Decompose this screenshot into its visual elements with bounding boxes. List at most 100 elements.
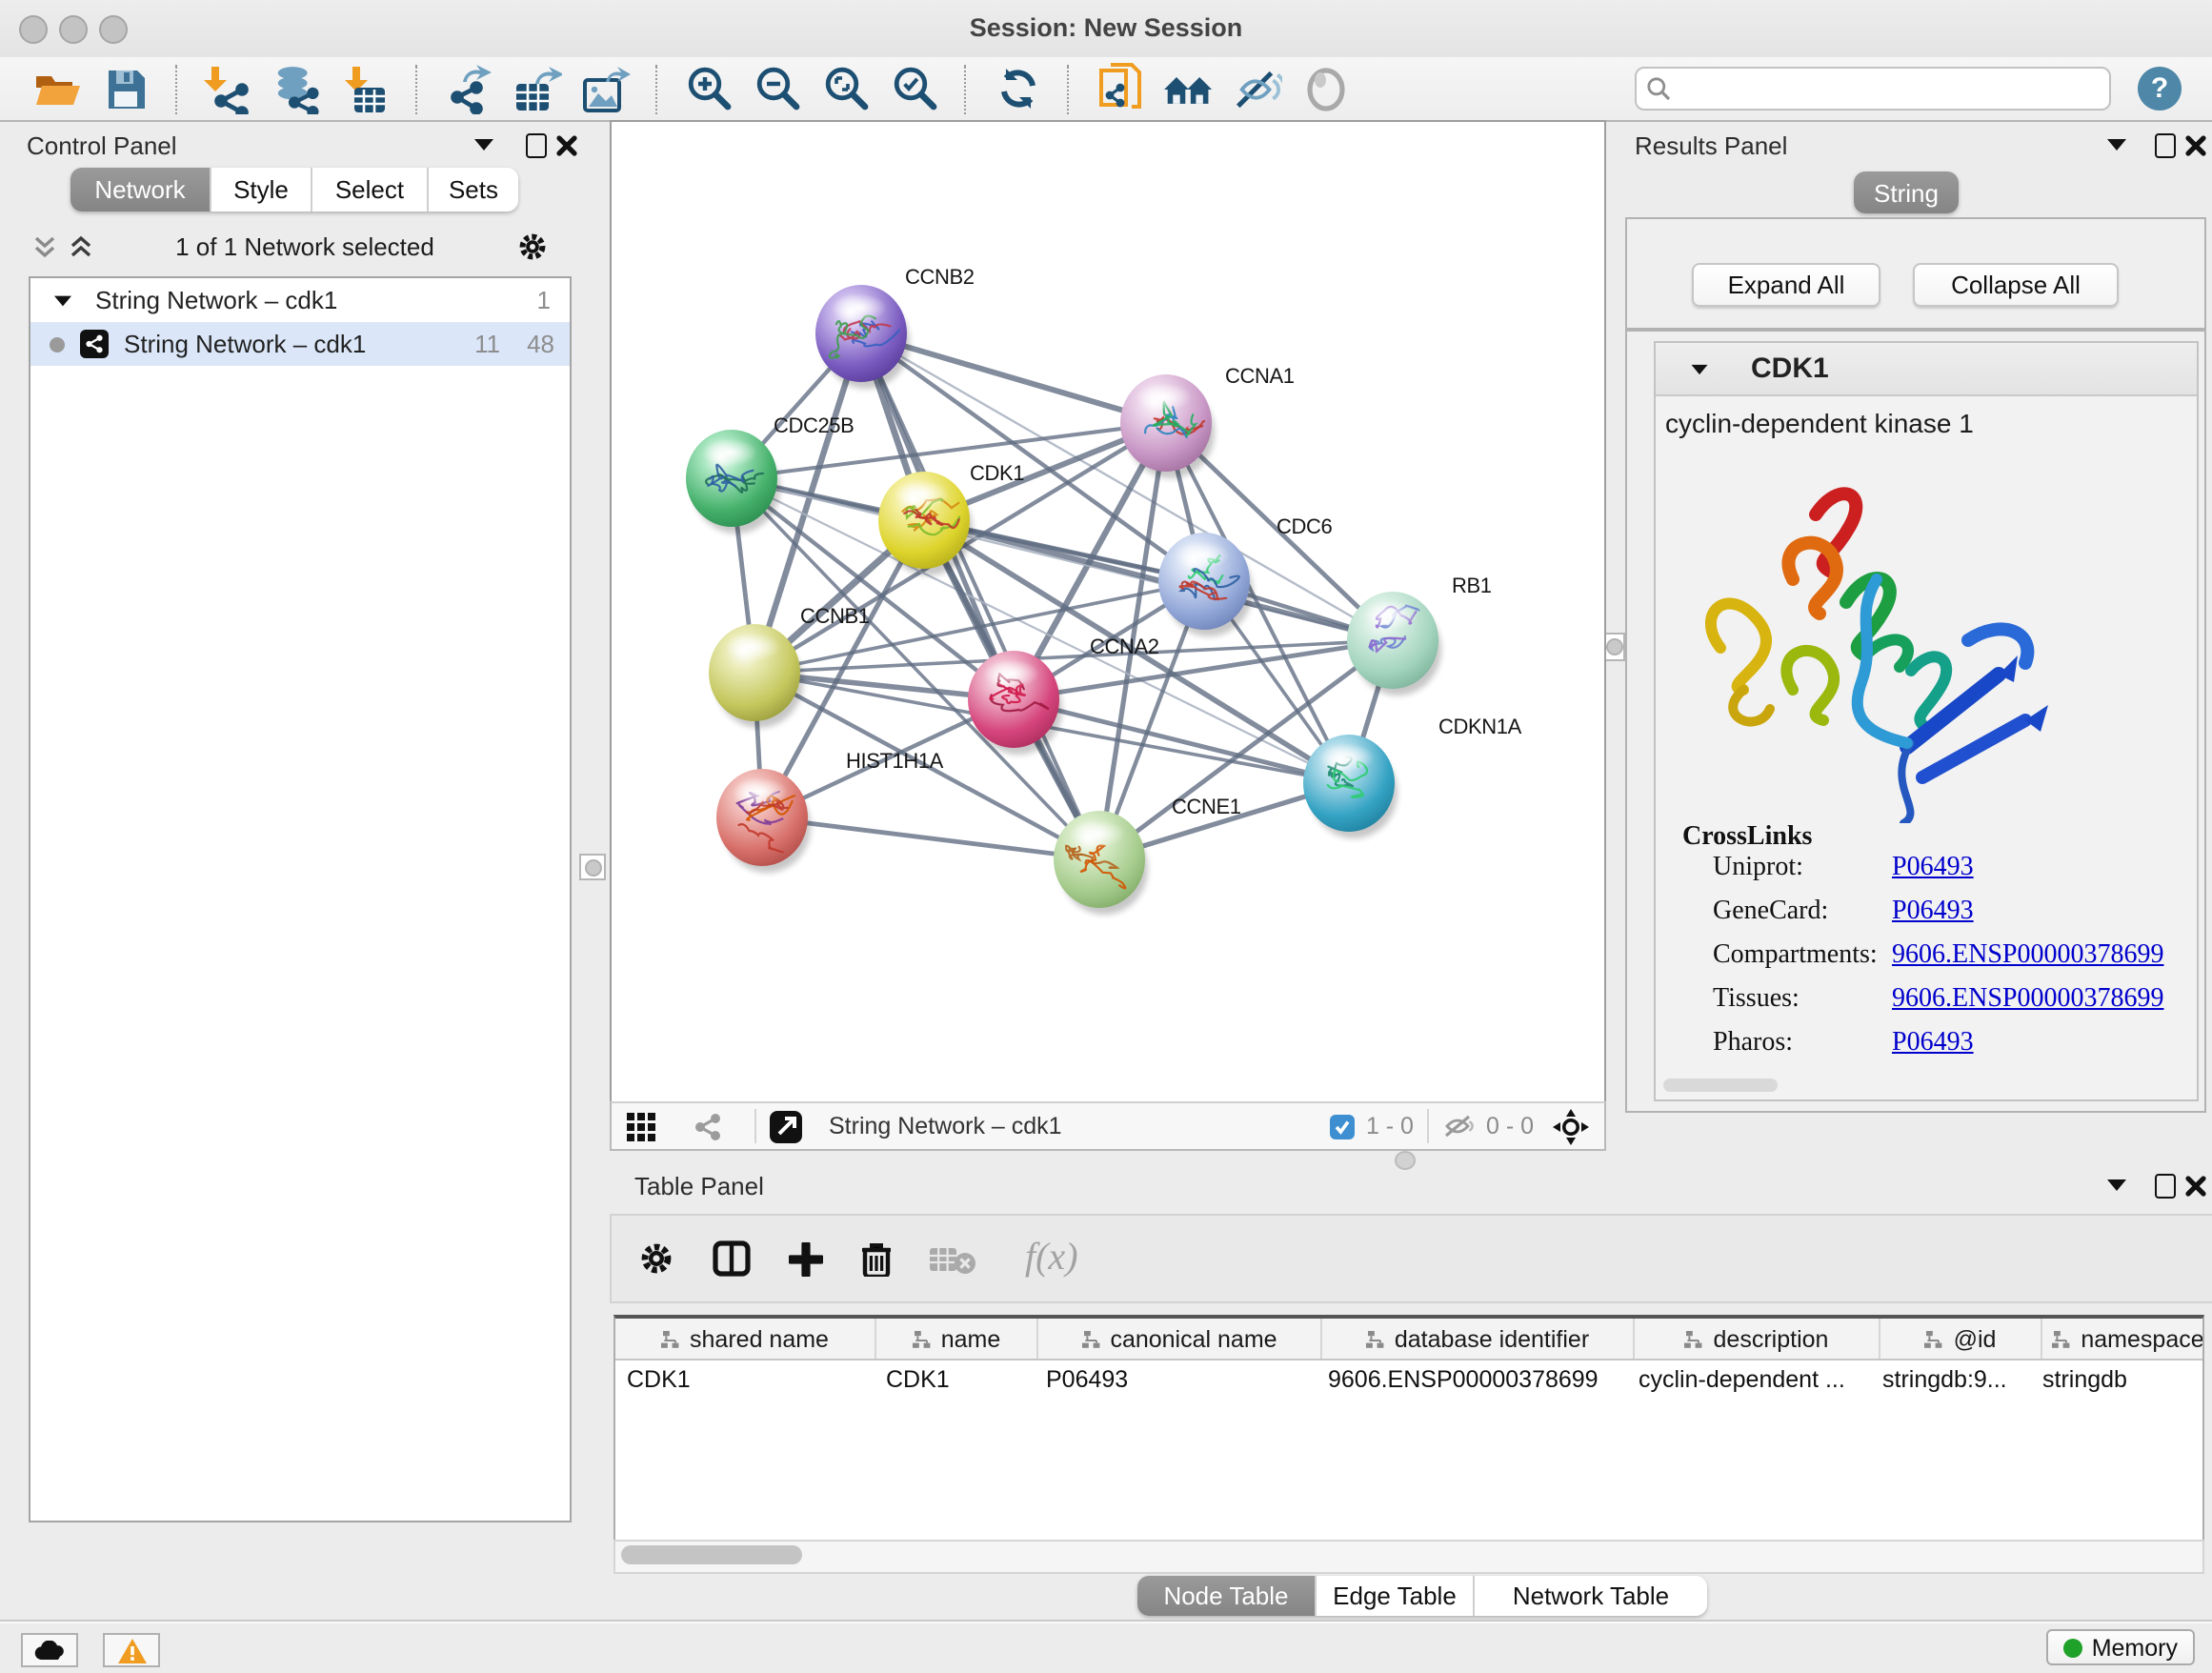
hide-panels-icon[interactable]	[1233, 64, 1282, 113]
results-hscroll-thumb[interactable]	[1663, 1078, 1778, 1092]
graph-edge[interactable]	[861, 333, 1099, 859]
function-builder-icon[interactable]: f(x)	[1025, 1237, 1078, 1280]
delete-column-icon[interactable]	[861, 1240, 892, 1277]
table-cell[interactable]: CDK1	[875, 1361, 1035, 1402]
birdseye-grid-icon[interactable]	[627, 1112, 655, 1140]
control-panel-close-icon[interactable]	[556, 135, 577, 156]
refresh-layout-icon[interactable]	[993, 64, 1042, 113]
table-panel-collapse-icon[interactable]	[2107, 1179, 2126, 1191]
save-session-icon[interactable]	[101, 64, 151, 113]
results-panel-close-icon[interactable]	[2185, 135, 2206, 156]
tab-style[interactable]: Style	[211, 168, 312, 212]
table-gear-icon[interactable]	[638, 1240, 674, 1277]
table-row[interactable]: CDK1CDK1P064939606.ENSP00000378699cyclin…	[615, 1361, 2202, 1402]
export-image-icon[interactable]	[581, 64, 631, 113]
table-cell[interactable]: stringdb:9...	[1871, 1361, 2031, 1402]
clone-network-icon[interactable]	[1096, 64, 1145, 113]
open-session-icon[interactable]	[32, 64, 82, 113]
graph-node-CDK1[interactable]	[878, 472, 973, 575]
tree-expand-icon[interactable]	[54, 295, 71, 306]
help-icon[interactable]: ?	[2138, 67, 2182, 111]
crosslink-value-link[interactable]: P06493	[1892, 854, 1974, 884]
table-panel-float-icon[interactable]	[2155, 1174, 2176, 1199]
table-hscroll-thumb[interactable]	[621, 1545, 802, 1564]
network-group-row[interactable]: String Network – cdk1 1	[30, 278, 570, 322]
column-header-@id[interactable]: @id	[1880, 1319, 2042, 1359]
memory-button[interactable]: Memory	[2046, 1629, 2195, 1665]
delete-table-icon[interactable]	[930, 1243, 975, 1274]
tab-sets[interactable]: Sets	[429, 168, 518, 212]
preview-eye-icon[interactable]	[1301, 64, 1351, 113]
zoom-out-icon[interactable]	[753, 64, 802, 113]
export-network-icon[interactable]	[444, 64, 493, 113]
graph-node-CCNE1[interactable]	[1054, 811, 1148, 915]
tab-select[interactable]: Select	[312, 168, 429, 212]
table-panel-close-icon[interactable]	[2185, 1176, 2206, 1197]
column-header-database-identifier[interactable]: database identifier	[1322, 1319, 1635, 1359]
tab-network[interactable]: Network	[70, 168, 211, 212]
selected-checkbox-icon[interactable]	[1330, 1114, 1355, 1139]
create-column-icon[interactable]	[789, 1241, 823, 1276]
table-cell[interactable]: P06493	[1035, 1361, 1317, 1402]
graph-node-CDKN1A[interactable]	[1303, 735, 1398, 838]
table-cell[interactable]: stringdb	[2031, 1361, 2202, 1402]
table-cell[interactable]: 9606.ENSP00000378699	[1317, 1361, 1627, 1402]
open-in-new-window-icon[interactable]	[770, 1110, 802, 1142]
show-columns-icon[interactable]	[713, 1240, 751, 1277]
results-panel-float-icon[interactable]	[2155, 133, 2176, 158]
crosslink-value-link[interactable]: 9606.ENSP00000378699	[1892, 985, 2163, 1016]
tab-node-table[interactable]: Node Table	[1137, 1576, 1317, 1616]
node-result-header[interactable]: CDK1	[1656, 343, 2197, 396]
results-scroll-box: CDK1 cyclin-dependent kinase 1	[1625, 330, 2206, 1113]
node-collapse-icon[interactable]	[1692, 364, 1708, 373]
crosslink-value-link[interactable]: P06493	[1892, 897, 1974, 928]
zoom-in-icon[interactable]	[684, 64, 734, 113]
crosslink-value-link[interactable]: P06493	[1892, 1029, 1974, 1059]
import-database-icon[interactable]	[272, 64, 322, 113]
graph-node-RB1[interactable]	[1347, 592, 1441, 695]
table-hscrollbar[interactable]	[613, 1540, 2204, 1574]
graph-node-HIST1H1A[interactable]	[716, 769, 811, 873]
import-table-icon[interactable]	[341, 64, 391, 113]
results-panel-collapse-icon[interactable]	[2107, 139, 2126, 151]
collapse-all-button[interactable]: Collapse All	[1913, 263, 2119, 307]
column-header-shared-name[interactable]: shared name	[615, 1319, 876, 1359]
graph-node-CDC25B[interactable]	[686, 430, 780, 534]
control-panel-float-icon[interactable]	[526, 133, 547, 158]
warning-button[interactable]	[103, 1633, 160, 1667]
column-header-canonical-name[interactable]: canonical name	[1038, 1319, 1322, 1359]
network-item-row[interactable]: String Network – cdk1 11 48	[30, 322, 570, 366]
zoom-selected-icon[interactable]	[890, 64, 939, 113]
fit-content-crosshair-icon[interactable]	[1553, 1108, 1589, 1144]
share-network-icon[interactable]	[694, 1112, 722, 1140]
home-icon[interactable]	[1164, 64, 1214, 113]
column-header-description[interactable]: description	[1635, 1319, 1880, 1359]
collapse-all-chevrons-icon[interactable]	[32, 233, 57, 258]
export-table-icon[interactable]	[513, 64, 562, 113]
graph-edge[interactable]	[762, 817, 1099, 859]
cloud-button[interactable]	[21, 1633, 78, 1667]
hidden-eye-icon[interactable]	[1442, 1113, 1475, 1139]
graph-node-CCNA1[interactable]	[1120, 374, 1215, 478]
tab-network-table[interactable]: Network Table	[1475, 1576, 1707, 1616]
expand-all-button[interactable]: Expand All	[1692, 263, 1880, 307]
column-header-namespace[interactable]: namespace	[2042, 1319, 2204, 1359]
network-view-canvas[interactable]: CCNB2CCNA1CDC25BCDK1CDC6RB1CCNB1CCNA2CDK…	[610, 120, 1606, 1105]
table-cell[interactable]: CDK1	[615, 1361, 875, 1402]
bottom-splitter-handle[interactable]	[1395, 1151, 1416, 1170]
left-splitter-handle[interactable]	[579, 854, 606, 880]
graph-node-CDC6[interactable]	[1158, 533, 1253, 636]
crosslink-value-link[interactable]: 9606.ENSP00000378699	[1892, 941, 2163, 972]
control-panel-collapse-icon[interactable]	[474, 139, 493, 151]
graph-node-CCNB2[interactable]	[815, 285, 917, 389]
gear-icon[interactable]	[516, 230, 549, 262]
import-network-icon[interactable]	[204, 64, 253, 113]
search-field[interactable]	[1635, 67, 2111, 111]
zoom-fit-icon[interactable]	[821, 64, 871, 113]
column-header-name[interactable]: name	[876, 1319, 1038, 1359]
table-cell[interactable]: cyclin-dependent ...	[1627, 1361, 1871, 1402]
expand-all-chevrons-icon[interactable]	[69, 233, 93, 258]
tab-edge-table[interactable]: Edge Table	[1317, 1576, 1475, 1616]
tab-string[interactable]: String	[1854, 171, 1959, 213]
search-input[interactable]	[1680, 71, 2109, 107]
